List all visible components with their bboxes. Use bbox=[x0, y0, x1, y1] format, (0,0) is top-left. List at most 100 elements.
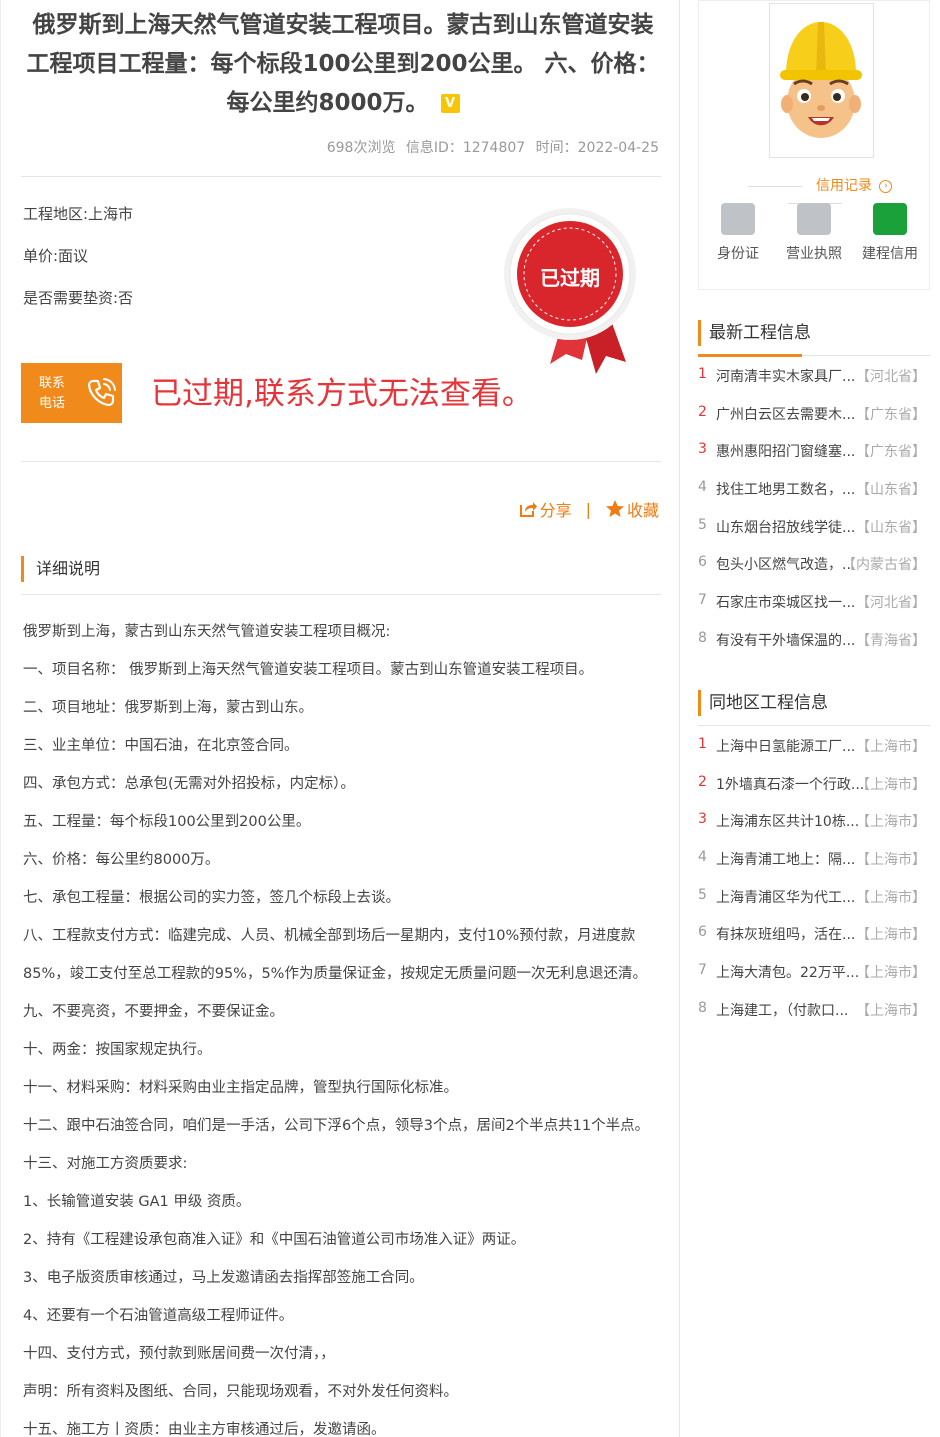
share-icon bbox=[519, 502, 537, 517]
list-item-title[interactable]: 1外墙真石漆一个行政... bbox=[716, 774, 864, 794]
list-item-title[interactable]: 包头小区燃气改造，... bbox=[716, 554, 855, 574]
rank-number: 7 bbox=[698, 962, 707, 979]
credit-title-text: 信用记录 bbox=[816, 178, 872, 194]
seal-text: 已过期 bbox=[540, 266, 600, 290]
rank-number: 2 bbox=[698, 773, 707, 790]
list-item[interactable]: 1 上海中日氢能源工厂... 【上海市】 bbox=[698, 736, 930, 774]
list-item-title[interactable]: 惠州惠阳招门窗缝塞... bbox=[716, 441, 855, 461]
list-item-title[interactable]: 上海青浦工地上：隔... bbox=[716, 849, 855, 869]
list-item-title[interactable]: 石家庄市栾城区找一... bbox=[716, 592, 855, 612]
list-item-region: 【青海省】 bbox=[856, 632, 926, 649]
share-label: 分享 bbox=[539, 501, 572, 520]
list-item[interactable]: 6 包头小区燃气改造，... 【内蒙古省】 bbox=[698, 554, 930, 592]
list-item[interactable]: 5 上海青浦区华为代工... 【上海市】 bbox=[698, 887, 930, 925]
list-item-title[interactable]: 广州白云区去需要木... bbox=[716, 404, 855, 424]
share-button[interactable]: 分享 bbox=[518, 497, 572, 521]
list-item-title[interactable]: 找住工地男工数名，... bbox=[716, 479, 855, 499]
rank-number: 5 bbox=[698, 886, 707, 903]
detail-line: 十三、对施工方资质要求: bbox=[23, 1156, 188, 1172]
list-item[interactable]: 2 广州白云区去需要木... 【广东省】 bbox=[698, 404, 930, 442]
detail-line: 四、承包方式：总承包(无需对外招投标，内定标）。 bbox=[23, 776, 355, 792]
contact-phone-button[interactable]: 联系电话 bbox=[21, 363, 122, 423]
rank-number: 7 bbox=[698, 592, 707, 609]
heading-underline bbox=[698, 354, 802, 357]
list-item-title[interactable]: 上海建工，（付款口... bbox=[716, 1000, 848, 1020]
rank-number: 8 bbox=[698, 629, 707, 646]
rank-number: 4 bbox=[698, 479, 707, 496]
list-item-title[interactable]: 有没有干外墙保温的... bbox=[716, 630, 855, 650]
list-item-title[interactable]: 山东烟台招放线学徒... bbox=[716, 517, 855, 537]
detail-line: 三、业主单位：中国石油，在北京签合同。 bbox=[23, 738, 299, 754]
credit-item-label: 建程信用 bbox=[862, 246, 918, 262]
rank-number: 6 bbox=[698, 554, 707, 571]
list-item-region: 【上海市】 bbox=[856, 852, 926, 869]
business-license-icon bbox=[797, 203, 831, 235]
detail-line: 六、价格：每公里约8000万。 bbox=[23, 852, 220, 868]
list-item[interactable]: 5 山东烟台招放线学徒... 【山东省】 bbox=[698, 517, 930, 555]
detail-line: 十四、支付方式，预付款到账居间费一次付清，， bbox=[23, 1346, 335, 1362]
credit-id-card[interactable]: 身份证 bbox=[705, 203, 771, 263]
detail-description: 俄罗斯到上海，蒙古到山东天然气管道安装工程项目概况: 一、项目名称： 俄罗斯到上… bbox=[23, 613, 663, 1437]
list-item-region: 【山东省】 bbox=[856, 482, 926, 499]
credit-icon bbox=[873, 203, 907, 235]
page-title: 俄罗斯到上海天然气管道安装工程项目。蒙古到山东管道安装工程项目工程量：每个标段1… bbox=[23, 6, 663, 123]
detail-section-heading: 详细说明 bbox=[21, 556, 100, 582]
list-item[interactable]: 2 1外墙真石漆一个行政... 【上海市】 bbox=[698, 774, 930, 812]
list-item-region: 【广东省】 bbox=[856, 406, 926, 423]
list-item[interactable]: 8 上海建工，（付款口... 【上海市】 bbox=[698, 1000, 930, 1038]
favorite-label: 收藏 bbox=[626, 501, 659, 520]
rank-number: 1 bbox=[698, 736, 707, 752]
info-id: 信息ID：1274807 bbox=[405, 140, 526, 156]
rank-number: 6 bbox=[698, 924, 707, 941]
detail-line: 十一、材料采购：材料采购由业主指定品牌，管型执行国际化标准。 bbox=[23, 1080, 458, 1096]
detail-line: 八、工程款支付方式：临建完成、人员、机械全部到场后一星期内，支付10%预付款，月… bbox=[23, 928, 647, 982]
publisher-card: 信用记录 › 身份证 营业执照 建程信用 bbox=[698, 0, 930, 290]
avatar[interactable] bbox=[769, 3, 874, 158]
list-item-title[interactable]: 河南清丰实木家具厂... bbox=[716, 366, 855, 386]
list-item-region: 【上海市】 bbox=[856, 965, 926, 982]
worker-avatar-icon bbox=[780, 22, 862, 138]
latest-projects-heading: 最新工程信息 bbox=[698, 316, 930, 357]
favorite-button[interactable]: 收藏 bbox=[605, 497, 659, 521]
detail-line: 十、两金：按国家规定执行。 bbox=[23, 1042, 212, 1058]
detail-line: 七、承包工程量：根据公司的实力签，签几个标段上去谈。 bbox=[23, 890, 400, 906]
list-item-region: 【山东省】 bbox=[856, 519, 926, 536]
expired-message: 已过期,联系方式无法查看。 bbox=[151, 376, 533, 412]
list-item[interactable]: 3 惠州惠阳招门窗缝塞... 【广东省】 bbox=[698, 441, 930, 479]
credit-jiancheng[interactable]: 建程信用 bbox=[857, 203, 923, 263]
list-item[interactable]: 1 河南清丰实木家具厂... 【河北省】 bbox=[698, 366, 930, 404]
detail-line: 二、项目地址：俄罗斯到上海，蒙古到山东。 bbox=[23, 700, 313, 716]
list-item[interactable]: 4 上海青浦工地上：隔... 【上海市】 bbox=[698, 849, 930, 887]
list-item-title[interactable]: 上海浦东区共计10栋... bbox=[716, 811, 859, 831]
star-icon bbox=[605, 500, 624, 517]
credit-item-label: 营业执照 bbox=[786, 246, 842, 262]
same-region-list: 1 上海中日氢能源工厂... 【上海市】 2 1外墙真石漆一个行政... 【上海市】 3… bbox=[698, 736, 930, 1038]
phone-icon bbox=[87, 378, 116, 407]
latest-projects-list: 1 河南清丰实木家具厂... 【河北省】 2 广州白云区去需要木... 【广东省】 3惠… bbox=[698, 366, 930, 668]
detail-line: 五、工程量：每个标段100公里到200公里。 bbox=[23, 814, 311, 830]
list-item-title[interactable]: 有抹灰班组吗，活在... bbox=[716, 924, 855, 944]
list-item-title[interactable]: 上海中日氢能源工厂... bbox=[716, 736, 855, 756]
list-item-title[interactable]: 上海大清包。22万平... bbox=[716, 962, 859, 982]
credit-business-license[interactable]: 营业执照 bbox=[781, 203, 847, 263]
detail-line: 1、长输管道安装 GA1 甲级 资质。 bbox=[23, 1194, 251, 1210]
rank-number: 8 bbox=[698, 999, 707, 1016]
same-region-heading-text: 同地区工程信息 bbox=[698, 690, 828, 716]
latest-heading-text: 最新工程信息 bbox=[698, 320, 811, 346]
region-field: 工程地区:上海市 bbox=[23, 205, 134, 223]
same-region-heading: 同地区工程信息 bbox=[698, 686, 930, 726]
contact-label: 联系电话 bbox=[39, 376, 66, 411]
list-item[interactable]: 4 找住工地男工数名，... 【山东省】 bbox=[698, 479, 930, 517]
list-item[interactable]: 3 上海浦东区共计10栋... 【上海市】 bbox=[698, 811, 930, 849]
list-item-region: 【河北省】 bbox=[856, 369, 926, 385]
rank-number: 5 bbox=[698, 516, 707, 533]
chevron-right-icon: › bbox=[879, 179, 893, 193]
list-item[interactable]: 7 上海大清包。22万平... 【上海市】 bbox=[698, 962, 930, 1000]
detail-line: 4、还要有一个石油管道高级工程师证件。 bbox=[23, 1308, 294, 1324]
list-item[interactable]: 6 有抹灰班组吗，活在... 【上海市】 bbox=[698, 924, 930, 962]
list-item[interactable]: 7 石家庄市栾城区找一... 【河北省】 bbox=[698, 592, 930, 630]
list-item-title[interactable]: 上海青浦区华为代工... bbox=[716, 887, 855, 907]
rank-number: 4 bbox=[698, 849, 707, 866]
list-item[interactable]: 8 有没有干外墙保温的... 【青海省】 bbox=[698, 630, 930, 668]
list-item-region: 【上海市】 bbox=[856, 776, 926, 793]
